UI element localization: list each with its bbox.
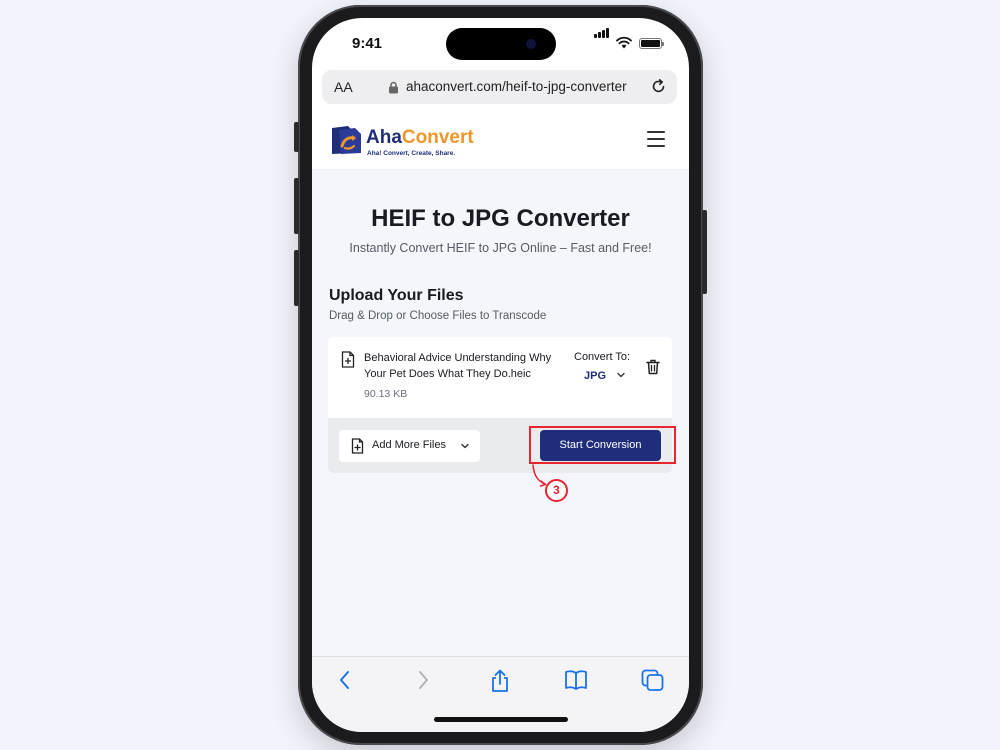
- bookmarks-icon[interactable]: [564, 669, 588, 691]
- volume-up-button: [294, 178, 299, 234]
- site-header: AhaConvert Aha! Convert, Create, Share.: [312, 114, 689, 170]
- battery-icon: [639, 38, 664, 49]
- url-text[interactable]: ahaconvert.com/heif-to-jpg-converter: [406, 79, 627, 94]
- add-more-files-label: Add More Files: [372, 439, 446, 451]
- dynamic-island: [446, 28, 556, 60]
- logo-tagline: Aha! Convert, Create, Share.: [367, 150, 456, 157]
- upload-section-subtitle: Drag & Drop or Choose Files to Transcode: [329, 310, 547, 322]
- format-select[interactable]: JPG: [584, 370, 606, 382]
- chevron-down-icon[interactable]: [616, 370, 626, 380]
- chevron-down-icon[interactable]: [460, 441, 470, 451]
- ahaconvert-logo-icon[interactable]: [330, 124, 364, 156]
- power-button: [702, 210, 707, 294]
- home-indicator: [434, 717, 568, 722]
- logo-text[interactable]: AhaConvert: [366, 127, 474, 149]
- browser-toolbar: [312, 656, 689, 732]
- wifi-icon: [616, 36, 632, 49]
- volume-down-button: [294, 250, 299, 306]
- forward-icon[interactable]: [416, 669, 430, 691]
- share-icon[interactable]: [489, 669, 511, 693]
- page-subtitle: Instantly Convert HEIF to JPG Online – F…: [349, 241, 652, 255]
- back-icon[interactable]: [338, 669, 352, 691]
- lock-icon: [389, 81, 398, 94]
- step-number-badge: 3: [545, 479, 568, 502]
- status-time: 9:41: [352, 35, 383, 52]
- file-add-icon: [351, 438, 364, 454]
- phone-screen: 9:41 AA ahaconvert.com/heif-to-jpg-conve…: [312, 18, 689, 732]
- upload-section-title: Upload Your Files: [329, 287, 464, 304]
- text-size-button[interactable]: AA: [334, 79, 353, 95]
- tabs-icon[interactable]: [641, 669, 664, 691]
- file-add-icon: [341, 351, 355, 368]
- file-item: Behavioral Advice Understanding Why Your…: [328, 337, 672, 418]
- reload-icon[interactable]: [650, 78, 667, 95]
- add-more-files-button[interactable]: Add More Files: [339, 430, 480, 462]
- page-title: HEIF to JPG Converter: [371, 205, 630, 232]
- trash-icon[interactable]: [646, 359, 660, 375]
- address-bar[interactable]: AA ahaconvert.com/heif-to-jpg-converter: [322, 70, 677, 104]
- file-size: 90.13 KB: [364, 388, 408, 400]
- status-bar: 9:41: [312, 18, 689, 70]
- convert-to-label: Convert To:: [574, 351, 631, 363]
- action-button: [294, 122, 299, 152]
- hamburger-menu-icon[interactable]: [647, 131, 665, 147]
- start-conversion-highlight: [529, 426, 676, 464]
- file-name: Behavioral Advice Understanding Why Your…: [364, 352, 552, 380]
- main-content: HEIF to JPG Converter Instantly Convert …: [312, 170, 689, 656]
